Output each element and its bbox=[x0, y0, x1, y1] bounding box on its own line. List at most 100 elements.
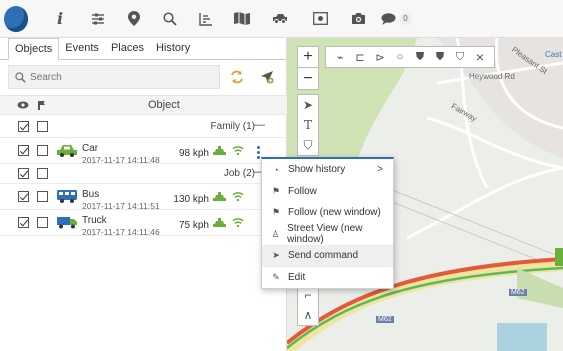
car-icon bbox=[57, 145, 77, 157]
report-icon[interactable] bbox=[188, 0, 224, 38]
object-row-car[interactable]: Car 2017-11-17 14:11:48 98 kph bbox=[0, 138, 287, 165]
search-input[interactable] bbox=[30, 71, 210, 83]
object-speed: 130 kph bbox=[173, 194, 209, 205]
map-pin-icon[interactable] bbox=[116, 0, 152, 38]
menu-street-view[interactable]: ♙ Street View (new window) bbox=[262, 223, 393, 245]
menu-follow[interactable]: ⚑ Follow bbox=[262, 181, 393, 203]
signal-icon bbox=[232, 146, 244, 156]
draw-circle-icon[interactable]: ○ bbox=[390, 51, 410, 63]
motorway-label: M62 bbox=[509, 289, 527, 296]
object-column-header: Object bbox=[148, 99, 180, 111]
draw-route-icon[interactable]: ⊏ bbox=[350, 51, 370, 64]
group-follow-checkbox[interactable] bbox=[37, 121, 48, 132]
group-row-job[interactable]: Job (2) — bbox=[0, 164, 287, 184]
search-icon[interactable] bbox=[152, 0, 188, 38]
status-icons bbox=[213, 146, 244, 158]
send-icon: ➤ bbox=[272, 250, 280, 261]
street-view-icon: ♙ bbox=[271, 228, 280, 239]
map-tools-column: ➤ T ⛉ bbox=[297, 94, 319, 156]
menu-show-history[interactable]: ◔ Show history > bbox=[262, 159, 393, 181]
follow-icon: ⚑ bbox=[271, 185, 281, 196]
engine-on-icon bbox=[213, 192, 226, 201]
menu-send-command[interactable]: ➤ Send command bbox=[262, 245, 393, 267]
group-follow-checkbox[interactable] bbox=[37, 168, 48, 179]
zoom-in-button[interactable]: + bbox=[297, 46, 319, 68]
refresh-button[interactable] bbox=[226, 65, 250, 89]
object-speed: 98 kph bbox=[178, 148, 209, 159]
group-visible-checkbox[interactable] bbox=[18, 168, 29, 179]
group-label: Job (2) bbox=[223, 168, 255, 179]
engine-on-icon bbox=[213, 218, 226, 227]
vehicle-icon[interactable] bbox=[260, 0, 300, 38]
object-follow-checkbox[interactable] bbox=[37, 217, 48, 228]
search-box bbox=[8, 65, 220, 89]
object-context-menu: ◔ Show history > ⚑ Follow ⚑ Follow (new … bbox=[261, 157, 394, 289]
map-label-cast: Cast bbox=[545, 50, 562, 59]
history-icon: ◔ bbox=[273, 164, 279, 175]
chat-icon[interactable]: 0 bbox=[376, 0, 416, 38]
tab-places[interactable]: Places bbox=[105, 38, 150, 59]
motorway-label: M62 bbox=[376, 316, 394, 323]
object-follow-checkbox[interactable] bbox=[37, 191, 48, 202]
object-speed: 75 kph bbox=[178, 220, 209, 231]
chevron-up-icon[interactable]: ∧ bbox=[298, 305, 318, 325]
tab-events[interactable]: Events bbox=[59, 38, 105, 59]
marker-alt-icon[interactable]: ⛊ bbox=[430, 51, 450, 64]
menu-edit[interactable]: ✎ Edit bbox=[262, 267, 393, 289]
locate-icon[interactable]: ➤ bbox=[298, 95, 318, 115]
object-row-truck[interactable]: Truck 2017-11-17 14:11:46 75 kph bbox=[0, 210, 287, 237]
menu-follow-new-window[interactable]: ⚑ Follow (new window) bbox=[262, 202, 393, 224]
info-icon[interactable]: i bbox=[40, 0, 80, 38]
marker-icon[interactable]: ⛊ bbox=[410, 51, 430, 64]
engine-on-icon bbox=[213, 146, 226, 155]
object-timestamp: 2017-11-17 14:11:46 bbox=[82, 227, 160, 237]
object-visible-checkbox[interactable] bbox=[18, 217, 29, 228]
refresh-icon bbox=[231, 70, 244, 84]
search-row bbox=[0, 62, 287, 92]
submenu-arrow-icon: > bbox=[377, 164, 383, 176]
map-book-icon[interactable] bbox=[224, 0, 260, 38]
draw-polygon-icon[interactable]: ⊳ bbox=[370, 51, 390, 64]
follow-icon[interactable] bbox=[37, 100, 46, 111]
tab-history[interactable]: History bbox=[150, 38, 196, 59]
zoom-controls: + − bbox=[297, 46, 319, 90]
edit-pencil-icon: ✎ bbox=[272, 271, 280, 282]
follow-icon: ⚑ bbox=[271, 207, 281, 218]
close-drawing-button[interactable]: × bbox=[470, 49, 490, 65]
object-visible-checkbox[interactable] bbox=[18, 191, 29, 202]
status-icons bbox=[213, 192, 244, 204]
text-tool-icon[interactable]: T bbox=[298, 115, 318, 135]
logo-icon[interactable] bbox=[0, 0, 40, 38]
object-row-bus[interactable]: Bus 2017-11-17 14:11:51 130 kph bbox=[0, 184, 287, 211]
object-visible-checkbox[interactable] bbox=[18, 145, 29, 156]
group-visible-checkbox[interactable] bbox=[18, 121, 29, 132]
photo-camera-icon[interactable] bbox=[340, 0, 376, 38]
shield-icon[interactable]: ⛉ bbox=[298, 135, 318, 155]
zoom-out-button[interactable]: − bbox=[297, 68, 319, 90]
group-row-family[interactable]: Family (1) — bbox=[0, 116, 287, 138]
sliders-icon[interactable] bbox=[80, 0, 116, 38]
add-object-button[interactable] bbox=[255, 65, 279, 89]
tab-objects[interactable]: Objects bbox=[8, 38, 60, 60]
object-follow-checkbox[interactable] bbox=[37, 145, 48, 156]
group-label: Family (1) bbox=[210, 121, 255, 132]
signal-icon bbox=[232, 218, 244, 228]
map-tools-column-lower: ⌐ ∧ bbox=[297, 284, 319, 326]
drawing-toolbar: ⌁ ⊏ ⊳ ○ ⛊ ⛊ ⛉ × bbox=[325, 46, 495, 68]
collapse-group-button[interactable]: — bbox=[254, 119, 265, 131]
panel-tabs: Objects Events Places History bbox=[0, 38, 286, 60]
object-name: Truck bbox=[82, 215, 107, 226]
truck-icon bbox=[57, 217, 77, 229]
draw-line-icon[interactable]: ⌁ bbox=[330, 51, 350, 64]
object-name: Car bbox=[82, 143, 99, 154]
chat-count-badge: 0 bbox=[399, 12, 412, 25]
status-icons bbox=[213, 218, 244, 230]
camera-dashboard-icon[interactable] bbox=[300, 0, 340, 38]
object-name: Bus bbox=[82, 189, 100, 200]
clear-icon[interactable]: ⛉ bbox=[450, 51, 470, 64]
objects-panel: Objects Events Places History Object Fam… bbox=[0, 38, 287, 351]
map-label-heywood: Heywood Rd bbox=[469, 72, 515, 81]
search-icon bbox=[15, 71, 26, 83]
signal-icon bbox=[232, 192, 244, 202]
eye-icon[interactable] bbox=[17, 101, 29, 109]
